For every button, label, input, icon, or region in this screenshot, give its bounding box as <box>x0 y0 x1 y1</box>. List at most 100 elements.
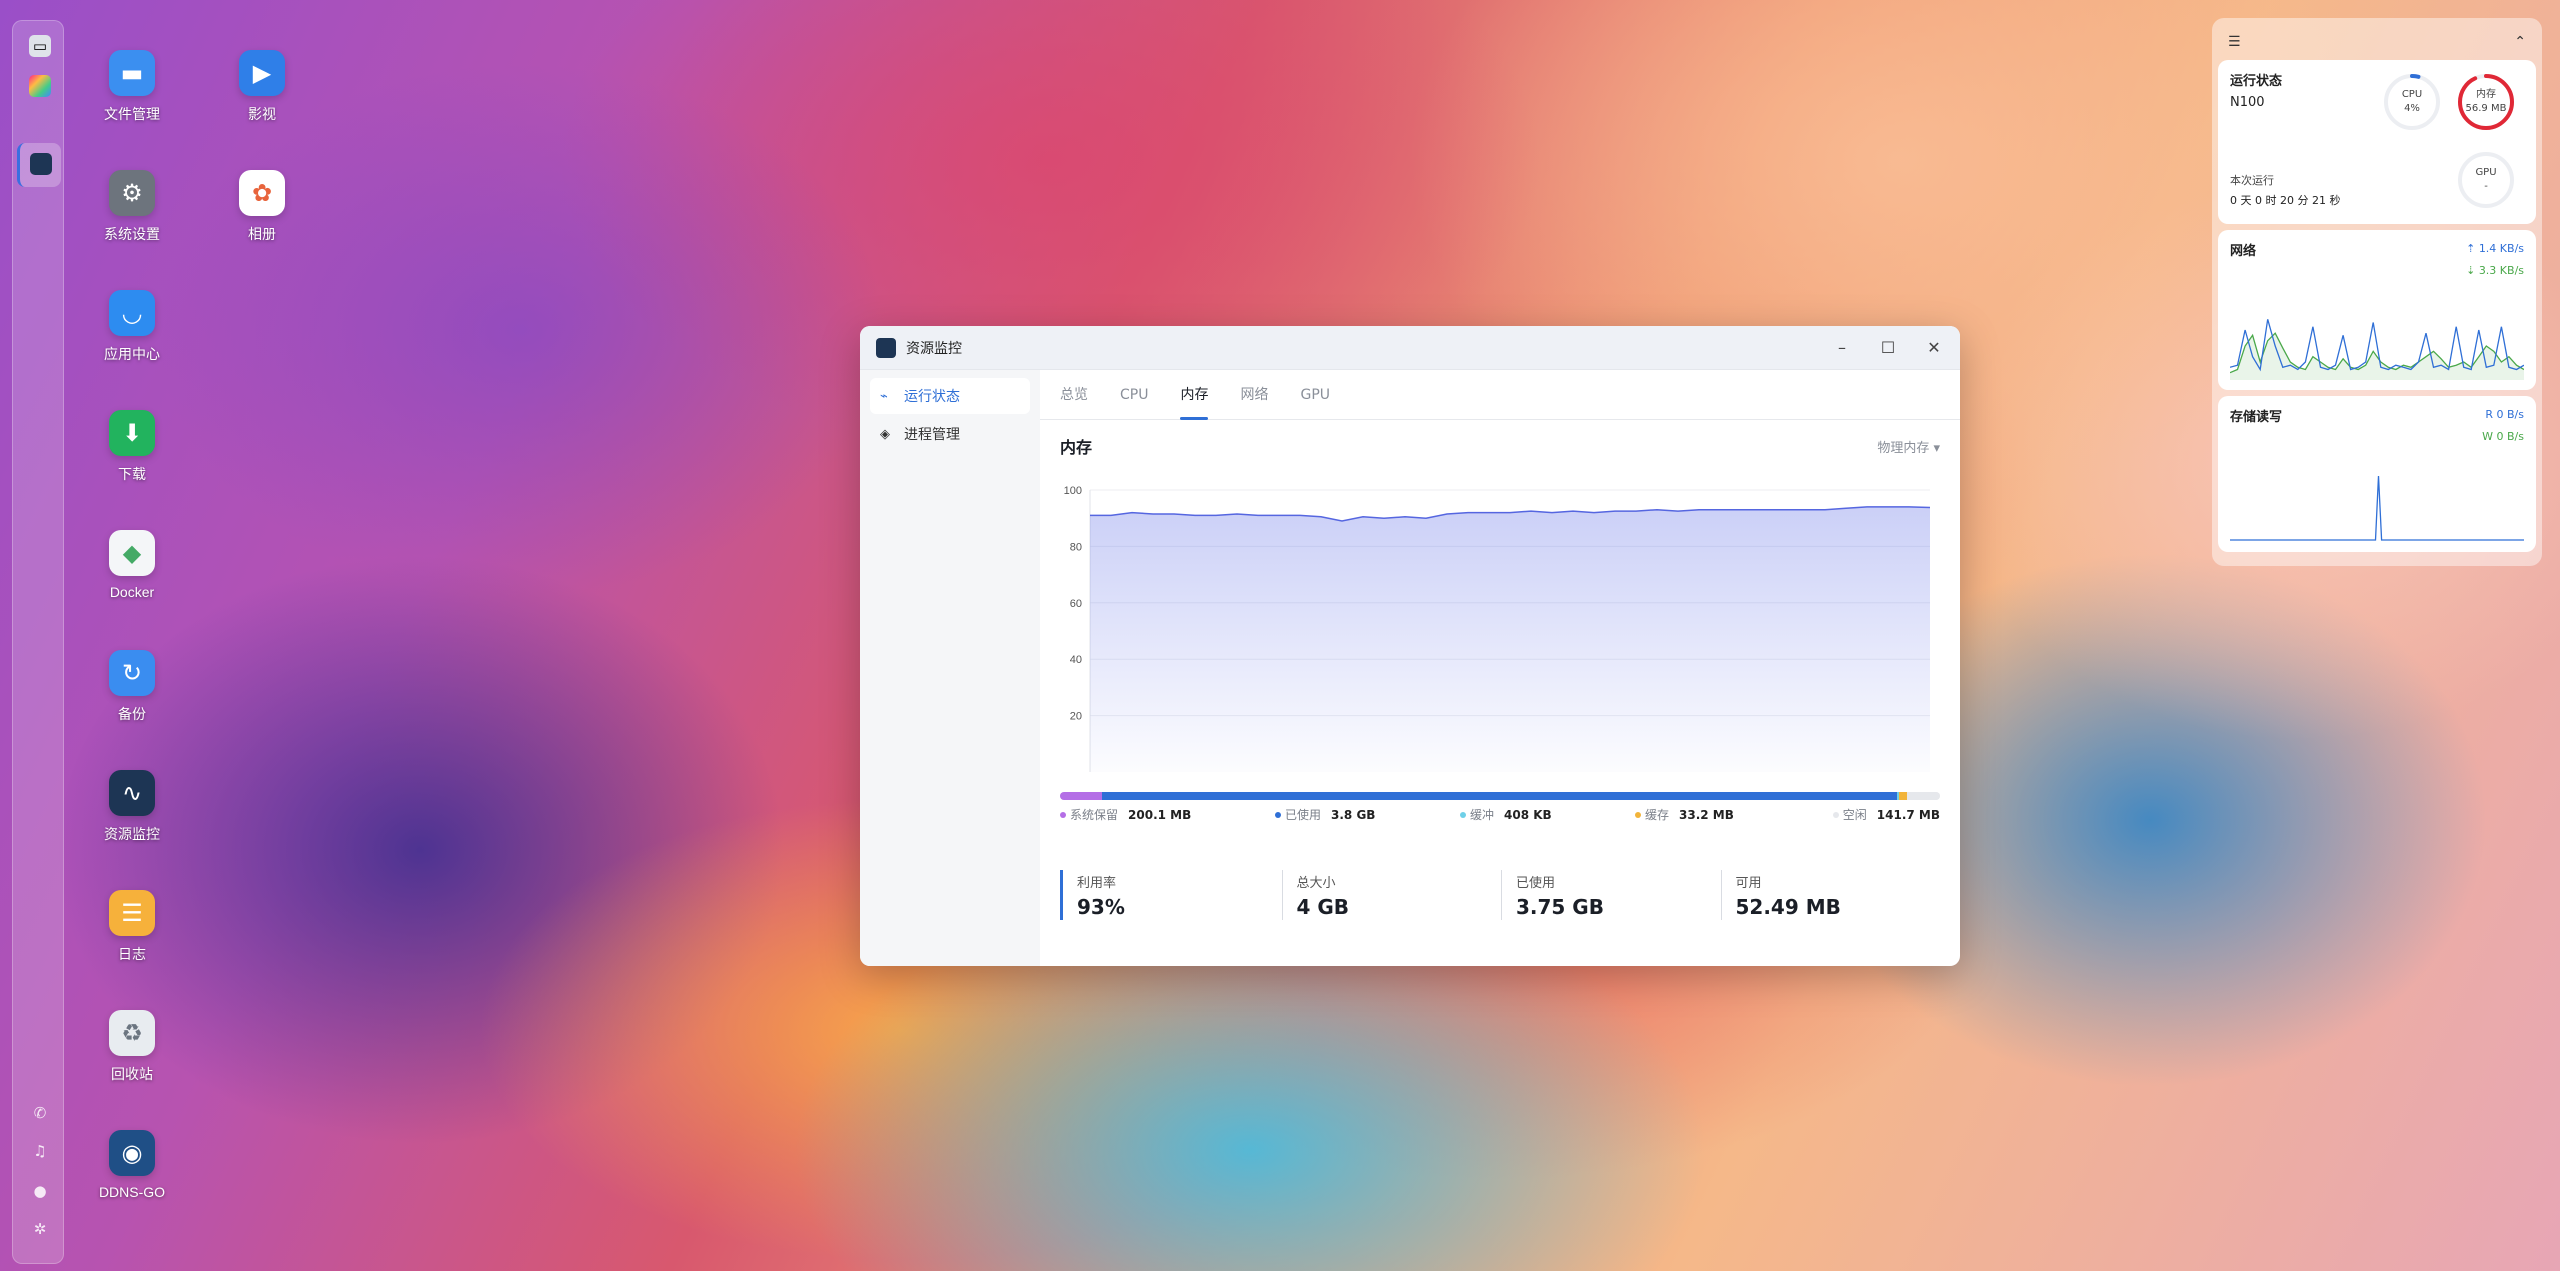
y-tick-label: 60 <box>1070 598 1082 610</box>
close-icon[interactable]: ✕ <box>1924 338 1944 357</box>
usage-segment <box>1060 792 1103 800</box>
stat-total: 总大小 4 GB <box>1281 870 1502 920</box>
sidebar-item-label: 运行状态 <box>904 389 960 405</box>
sidebar-item-status[interactable]: ⌁ 运行状态 <box>870 378 1030 414</box>
storage-title: 存储读写 <box>2230 410 2283 425</box>
maximize-icon[interactable]: ☐ <box>1878 338 1898 357</box>
legend-dot <box>1460 811 1466 818</box>
tab-bar: 总览 CPU 内存 网络 GPU <box>1040 370 1960 420</box>
sparkline <box>2230 475 2524 541</box>
window-titlebar[interactable]: 资源监控 – ☐ ✕ <box>860 326 1960 370</box>
phone-icon[interactable]: ✆ <box>32 1105 48 1121</box>
dock-item-resource-monitor[interactable] <box>17 143 61 187</box>
network-chart <box>2230 319 2524 380</box>
stat-label: 可用 <box>1735 876 1762 891</box>
gear-icon: ⚙ <box>109 170 155 216</box>
desktop-app[interactable]: ▶ 影视 <box>202 50 322 124</box>
download-icon: ⇣ <box>2466 264 2476 277</box>
desktop-app-label: 下载 <box>118 466 146 482</box>
docker-icon: ◆ <box>109 530 155 576</box>
desktop-app[interactable]: ◉ DDNS-GO <box>72 1130 192 1200</box>
stat-value: 3.75 GB <box>1516 895 1604 919</box>
legend-dot <box>1275 811 1281 818</box>
memory-panel: 内存 物理内存 ▾ 100 80 60 40 20 系统保留 200.1 MB 已使用 3.8… <box>1040 420 1960 966</box>
monitor-icon <box>876 337 896 358</box>
memory-ring: 内存 56.9 MB <box>2456 72 2516 132</box>
legend-label: 缓存 <box>1645 808 1670 822</box>
legend-value: 408 KB <box>1504 807 1552 822</box>
desktop-app[interactable]: ⬇ 下载 <box>72 410 192 484</box>
desktop-app[interactable]: ↻ 备份 <box>72 650 192 724</box>
desktop-app[interactable]: ☰ 日志 <box>72 890 192 964</box>
y-tick-label: 40 <box>1070 654 1082 666</box>
status-card: 运行状态 N100 CPU 4% 内存 56.9 MB GPU - 本次运行 0 天 … <box>2218 60 2536 224</box>
stat-label: 已使用 <box>1516 876 1556 891</box>
desktop-app-label: 资源监控 <box>104 826 160 842</box>
tab-gpu[interactable]: GPU <box>1300 370 1330 419</box>
window-title: 资源监控 <box>906 340 962 357</box>
cpu-ring: CPU 4% <box>2382 72 2442 132</box>
legend-item: 已使用 3.8 GB <box>1275 806 1460 823</box>
legend-item: 空闲 141.7 MB <box>1820 806 1940 823</box>
gpu-ring: GPU - <box>2456 150 2516 210</box>
sidebar-item-label: 进程管理 <box>904 427 960 443</box>
storage-chart <box>2230 475 2524 541</box>
legend-value: 3.8 GB <box>1331 807 1376 822</box>
usage-segment <box>1102 792 1897 800</box>
gpu-label: GPU <box>2475 167 2497 178</box>
desktop-app[interactable]: ∿ 资源监控 <box>72 770 192 844</box>
desktop-app[interactable]: ▬ 文件管理 <box>72 50 192 124</box>
net-upload: ⇡ 1.4 KB/s <box>2466 242 2524 255</box>
bell-icon[interactable]: ♫ <box>32 1143 48 1159</box>
sidebar-item-processes[interactable]: ◈ 进程管理 <box>870 416 1030 452</box>
window-main: 总览 CPU 内存 网络 GPU 内存 物理内存 ▾ 100 80 60 40 20 系… <box>1040 370 1960 966</box>
desktop-app-label: 文件管理 <box>104 106 160 122</box>
chart-line-icon: ⌁ <box>880 388 888 404</box>
collapse-icon[interactable]: ⌃ <box>2514 34 2526 50</box>
legend-dot <box>1060 811 1066 818</box>
stat-used: 已使用 3.75 GB <box>1501 870 1721 920</box>
window-sidebar: ⌁ 运行状态 ◈ 进程管理 <box>860 370 1040 966</box>
legend-dot <box>1832 811 1839 818</box>
desktop-app-label: DDNS-GO <box>98 1184 166 1200</box>
widget-settings-icon[interactable]: ☰ <box>2228 34 2241 50</box>
storage-read: R 0 B/s <box>2485 408 2524 421</box>
legend-item: 系统保留 200.1 MB <box>1060 806 1275 823</box>
cpu-value: 4% <box>2404 103 2420 114</box>
tab-memory[interactable]: 内存 <box>1180 370 1209 420</box>
desktop-app[interactable]: ◆ Docker <box>72 530 192 600</box>
desktop-app-label: 日志 <box>118 946 146 962</box>
memory-stats: 利用率 93% 总大小 4 GB 已使用 3.75 GB 可用 52.49 MB <box>1060 870 1940 920</box>
stat-value: 93% <box>1077 895 1125 919</box>
desktop-app[interactable]: ◡ 应用中心 <box>72 290 192 364</box>
stat-label: 利用率 <box>1077 876 1117 891</box>
settings-icon[interactable]: ✲ <box>32 1221 48 1237</box>
tab-network[interactable]: 网络 <box>1240 370 1268 419</box>
usage-segment <box>1906 792 1940 800</box>
photos-icon: ✿ <box>239 170 285 216</box>
legend-item: 缓存 33.2 MB <box>1635 806 1820 823</box>
net-upload-value: 1.4 KB/s <box>2478 242 2524 255</box>
legend-item: 缓冲 408 KB <box>1460 806 1635 823</box>
layers-icon: ◈ <box>880 426 890 442</box>
legend-value: 33.2 MB <box>1679 807 1734 822</box>
memory-value: 56.9 MB <box>2465 103 2507 114</box>
desktop-app[interactable]: ♻ 回收站 <box>72 1010 192 1084</box>
memory-chart: 100 80 60 40 20 <box>1060 482 1940 782</box>
desktop-icon[interactable]: ▭ <box>29 35 51 57</box>
apps-grid-icon[interactable] <box>29 75 51 97</box>
status-widget: ☰ ⌃ 运行状态 N100 CPU 4% 内存 56.9 MB GPU - 本次运行 … <box>2212 18 2542 566</box>
memory-type-dropdown[interactable]: 物理内存 ▾ <box>1877 437 1940 456</box>
net-download: ⇣ 3.3 KB/s <box>2466 264 2524 277</box>
minimize-icon[interactable]: – <box>1832 338 1852 357</box>
memory-area <box>1090 506 1930 772</box>
stat-utilization: 利用率 93% <box>1060 870 1282 920</box>
user-icon[interactable]: ● <box>32 1183 48 1199</box>
cpu-label: CPU <box>2401 89 2423 100</box>
desktop-app[interactable]: ✿ 相册 <box>202 170 322 244</box>
tab-cpu[interactable]: CPU <box>1120 370 1148 419</box>
download-icon: ⬇ <box>109 410 155 456</box>
desktop-app[interactable]: ⚙ 系统设置 <box>72 170 192 244</box>
memory-usage-bar <box>1060 792 1940 800</box>
tab-overview[interactable]: 总览 <box>1060 370 1088 419</box>
